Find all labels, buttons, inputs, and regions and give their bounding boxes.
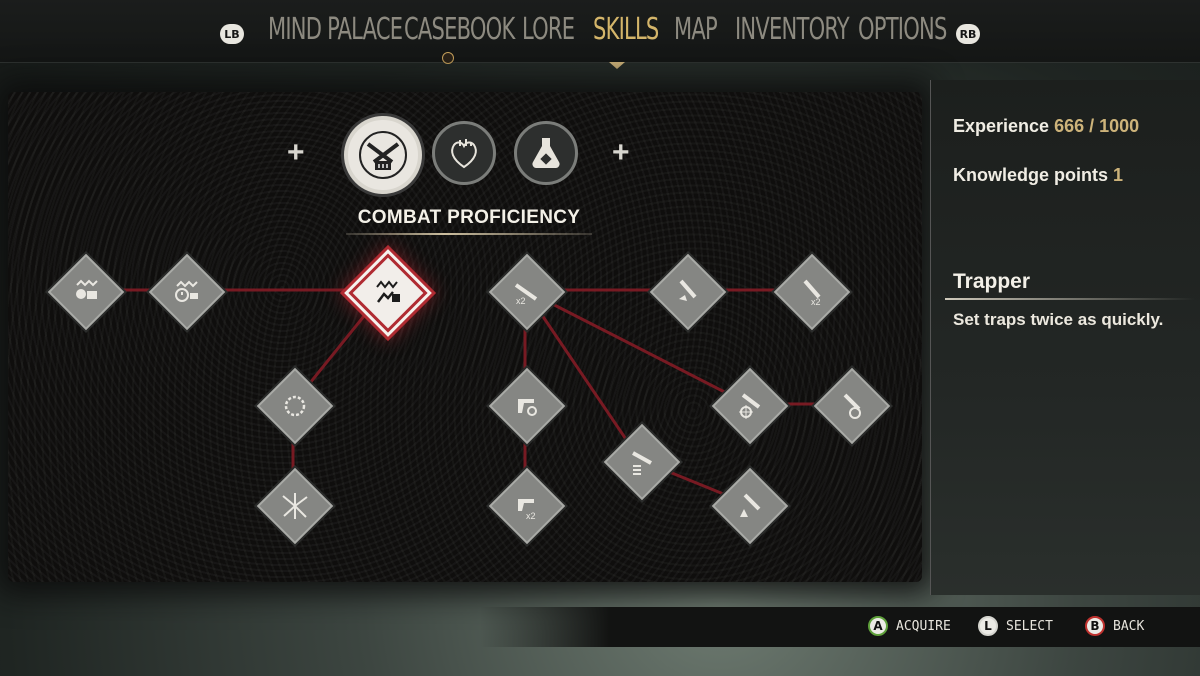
rb-bumper-button[interactable]: RB <box>956 24 980 44</box>
revolver-reload-icon <box>518 399 537 416</box>
knife-scope-icon <box>843 393 861 419</box>
link-n6-n11 <box>523 289 642 461</box>
knowledge-points-row: Knowledge points 1 <box>953 165 1123 186</box>
svg-text:x2: x2 <box>526 511 536 521</box>
category-combat-button[interactable] <box>344 116 422 194</box>
shattered-glass-icon <box>282 493 308 519</box>
category-alchemy-button[interactable] <box>514 121 578 185</box>
trapper-icon <box>376 280 400 303</box>
acquire-label: ACQUIRE <box>896 618 951 634</box>
knowledge-points-label: Knowledge points <box>953 165 1108 185</box>
knife-strike-icon <box>679 279 697 301</box>
rifle-scope-icon <box>739 393 761 419</box>
svg-text:x2: x2 <box>516 296 526 306</box>
experience-value: 666 / 1000 <box>1054 116 1140 136</box>
rifle-ammo-icon <box>632 451 652 475</box>
category-title: COMBAT PROFICIENCY <box>357 207 581 228</box>
add-left-icon[interactable]: + <box>287 138 305 168</box>
link-n6-n12 <box>524 288 749 406</box>
back-hint[interactable]: B BACK <box>1085 616 1144 636</box>
experience-label: Experience <box>953 116 1050 136</box>
anatomical-heart-icon <box>451 139 477 169</box>
blade-upgrade-icon <box>740 493 761 517</box>
skull-trap-icon <box>76 279 98 299</box>
a-button-icon: A <box>868 616 888 636</box>
selected-skill-description: Set traps twice as quickly. <box>953 310 1164 329</box>
svg-text:x2: x2 <box>811 297 821 307</box>
add-right-icon[interactable]: + <box>612 138 630 168</box>
knife-x2-icon: x2 <box>803 279 821 307</box>
alchemy-flask-icon <box>532 138 560 169</box>
skill-title-underline <box>945 298 1195 300</box>
rifle-x2-icon: x2 <box>514 283 538 306</box>
b-button-icon: B <box>1085 616 1105 636</box>
acquire-hint[interactable]: A ACQUIRE <box>868 616 951 636</box>
select-hint[interactable]: L SELECT <box>978 616 1053 636</box>
thorn-ring-icon <box>284 395 306 417</box>
skill-info-panel: Experience 666 / 1000 Knowledge points 1… <box>930 80 1200 595</box>
knowledge-points-value: 1 <box>1113 165 1124 185</box>
revolver-x2-icon: x2 <box>518 499 536 521</box>
back-label: BACK <box>1113 618 1145 634</box>
l-stick-icon: L <box>978 616 998 636</box>
category-anatomy-button[interactable] <box>432 121 496 185</box>
bear-trap-timer-icon <box>175 280 198 302</box>
selected-skill-title: Trapper <box>953 270 1031 293</box>
select-label: SELECT <box>1006 618 1053 634</box>
category-title-underline <box>346 233 592 235</box>
experience-row: Experience 666 / 1000 <box>953 116 1139 137</box>
crossed-pistols-icon <box>359 131 407 179</box>
